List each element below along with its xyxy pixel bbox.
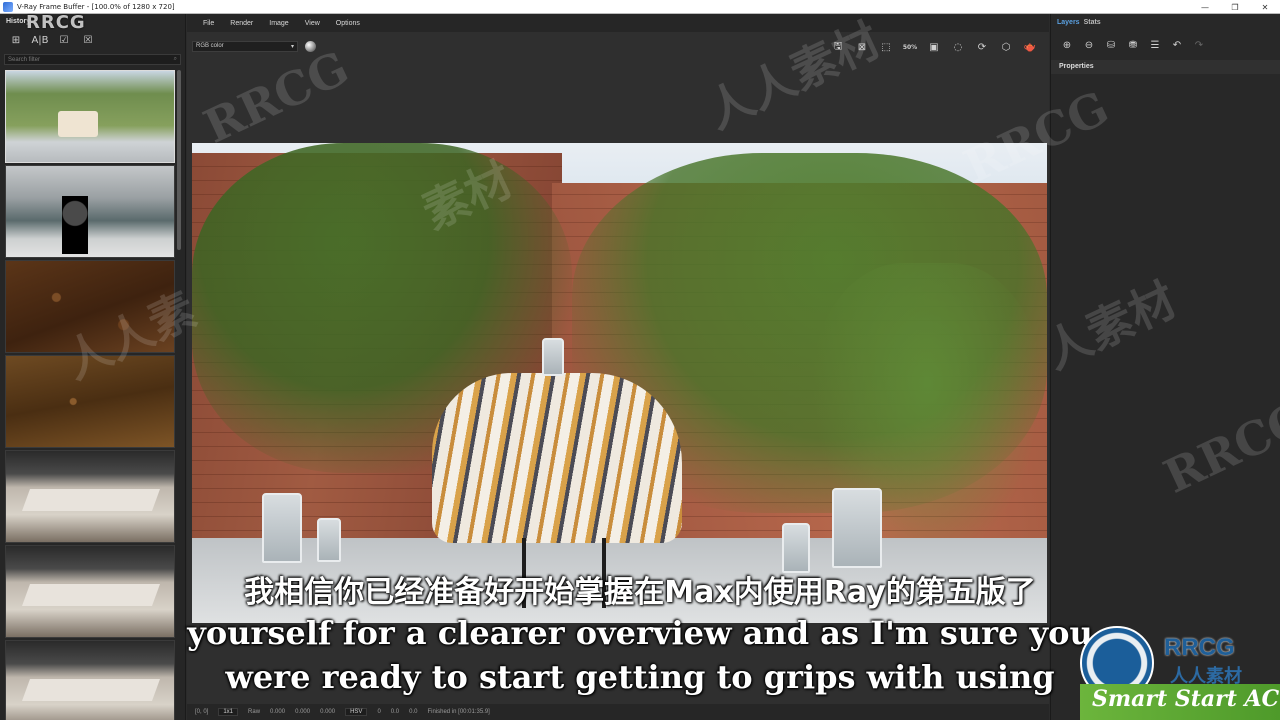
history-search-input[interactable]: Search filter bbox=[8, 57, 174, 63]
clear-image-icon[interactable]: ⊠ bbox=[853, 39, 871, 55]
r-value: 0.000 bbox=[270, 709, 286, 715]
v-value: 0.0 bbox=[409, 709, 418, 715]
render-tablecloth bbox=[432, 373, 682, 543]
s-value: 0.0 bbox=[390, 709, 400, 715]
minimize-button[interactable]: — bbox=[1190, 0, 1220, 14]
menu-image[interactable]: Image bbox=[261, 20, 296, 27]
render-icon[interactable]: 🫖 bbox=[1021, 39, 1039, 55]
render-lantern bbox=[782, 523, 810, 573]
region-select-icon[interactable]: ⬚ bbox=[877, 39, 895, 55]
channel-select[interactable]: RGB color ▾ bbox=[192, 41, 298, 52]
render-lantern bbox=[542, 338, 564, 376]
menu-view[interactable]: View bbox=[297, 20, 328, 27]
fit-frame-icon[interactable]: ▣ bbox=[925, 39, 943, 55]
render-last-icon[interactable]: ⬡ bbox=[997, 39, 1015, 55]
render-time-status: Finished in [00:01:35.9] bbox=[427, 709, 490, 715]
right-panel-tabs: Layers Stats bbox=[1051, 14, 1280, 32]
corner-watermark: RRCG bbox=[26, 12, 86, 33]
menu-options[interactable]: Options bbox=[328, 20, 368, 27]
color-mode-label: Raw bbox=[248, 709, 261, 715]
b-value: 0.000 bbox=[320, 709, 336, 715]
tab-layers[interactable]: Layers bbox=[1057, 19, 1080, 32]
search-icon[interactable]: ⌕ bbox=[174, 56, 177, 63]
remove-history-icon[interactable]: ☒ bbox=[80, 33, 96, 47]
maximize-button[interactable]: ❐ bbox=[1220, 0, 1250, 14]
g-value: 0.000 bbox=[295, 709, 311, 715]
brand-strip-text: Smart Start AC bbox=[1092, 686, 1280, 712]
delete-layer-icon[interactable]: ⊖ bbox=[1081, 38, 1097, 52]
menu-bar: File Render Image View Options bbox=[187, 14, 1049, 32]
load-layers-icon[interactable]: ⛃ bbox=[1125, 38, 1141, 52]
chevron-down-icon: ▾ bbox=[290, 44, 294, 50]
history-thumbnail[interactable] bbox=[5, 260, 175, 353]
load-history-icon[interactable]: ☑ bbox=[56, 33, 72, 47]
render-lantern bbox=[317, 518, 341, 562]
redo-icon[interactable]: ↷ bbox=[1191, 38, 1207, 52]
window-controls: — ❐ ✕ bbox=[1190, 0, 1280, 14]
vray-app-icon bbox=[3, 1, 13, 12]
render-lantern bbox=[832, 488, 882, 568]
history-search[interactable]: Search filter ⌕ bbox=[4, 54, 181, 65]
menu-render[interactable]: Render bbox=[222, 20, 261, 27]
compare-ab-icon[interactable]: A|B bbox=[31, 33, 48, 47]
brand-logo: RRCG 人人素材 Smart Start AC bbox=[1080, 624, 1280, 720]
pixel-coords: [0, 0] bbox=[195, 709, 209, 715]
save-image-icon[interactable]: 🖫 bbox=[829, 39, 847, 55]
layer-list-icon[interactable]: ☰ bbox=[1147, 38, 1163, 52]
stop-render-icon[interactable]: ◌ bbox=[949, 39, 967, 55]
add-layer-icon[interactable]: ⊕ bbox=[1059, 38, 1075, 52]
save-layers-icon[interactable]: ⛁ bbox=[1103, 38, 1119, 52]
color-sphere-icon[interactable] bbox=[305, 41, 316, 52]
properties-header: Properties bbox=[1051, 60, 1280, 74]
subtitle-chinese: 我相信你已经准备好开始掌握在Max内使用Ray的第五版了 bbox=[244, 575, 1036, 610]
history-thumbnail[interactable] bbox=[5, 70, 175, 163]
save-history-icon[interactable]: ⊞ bbox=[8, 33, 24, 47]
rendered-image bbox=[192, 143, 1047, 623]
colorspace-select[interactable]: HSV bbox=[345, 708, 368, 716]
pixel-ratio-select[interactable]: 1x1 bbox=[218, 708, 239, 716]
history-thumbnail[interactable] bbox=[5, 450, 175, 543]
close-button[interactable]: ✕ bbox=[1250, 0, 1280, 14]
viewport-toolbar: 🖫 ⊠ ⬚ 50% ▣ ◌ ⟳ ⬡ 🫖 bbox=[829, 39, 1039, 55]
channel-select-value: RGB color bbox=[196, 43, 224, 49]
zoom-level-icon[interactable]: 50% bbox=[901, 39, 919, 55]
undo-icon[interactable]: ↶ bbox=[1169, 38, 1185, 52]
history-toolbar: ⊞ A|B ☑ ☒ bbox=[0, 30, 185, 52]
brand-name: RRCG bbox=[1164, 634, 1235, 661]
status-bar: [0, 0] 1x1 Raw 0.000 0.000 0.000 HSV 0 0… bbox=[187, 704, 1049, 720]
render-lantern bbox=[262, 493, 302, 563]
interactive-render-icon[interactable]: ⟳ bbox=[973, 39, 991, 55]
window-titlebar: V-Ray Frame Buffer - [100.0% of 1280 x 7… bbox=[0, 0, 1280, 14]
history-thumbnail[interactable] bbox=[5, 355, 175, 448]
history-thumbnail[interactable] bbox=[5, 165, 175, 258]
menu-file[interactable]: File bbox=[195, 20, 222, 27]
h-value: 0 bbox=[377, 709, 381, 715]
layers-toolbar: ⊕ ⊖ ⛁ ⛃ ☰ ↶ ↷ bbox=[1051, 32, 1280, 58]
history-scrollbar[interactable] bbox=[177, 70, 181, 250]
tab-stats[interactable]: Stats bbox=[1084, 19, 1101, 32]
window-title: V-Ray Frame Buffer - [100.0% of 1280 x 7… bbox=[17, 2, 175, 11]
